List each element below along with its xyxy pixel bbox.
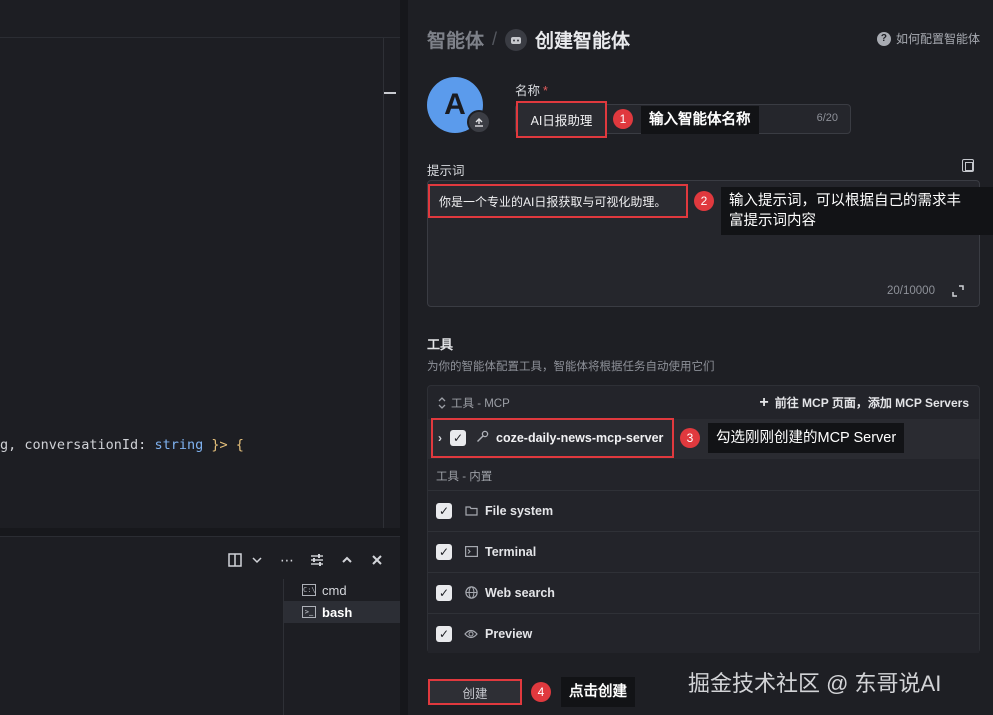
terminal-panel: ⋯ C:\ cmd >_ bash [0, 536, 400, 715]
code-suffix: }> { [203, 437, 244, 453]
tool-row-preview[interactable]: ✓ Preview [428, 613, 979, 653]
step-callout-1: 输入智能体名称 [641, 106, 759, 134]
terminal-tab-label: bash [322, 604, 353, 620]
terminal-icon: >_ [302, 606, 316, 618]
chevron-up-icon[interactable] [338, 551, 356, 569]
close-icon[interactable] [368, 551, 386, 569]
add-mcp-servers-link[interactable]: + 前往 MCP 页面，添加 MCP Servers [759, 394, 969, 411]
terminal-list: C:\ cmd >_ bash [283, 579, 400, 715]
prompt-label: 提示词 [427, 164, 465, 178]
app-window: g, conversationId: string }> { ⋯ C:\ cmd… [0, 0, 993, 715]
mcp-link-text: 前往 MCP 页面，添加 MCP Servers [774, 396, 969, 410]
name-input-highlight[interactable]: AI日报助理 [516, 101, 607, 138]
more-icon[interactable]: ⋯ [278, 551, 296, 569]
prompt-value: 你是一个专业的AI日报获取与可视化助理。 [439, 194, 667, 209]
sort-icon [438, 397, 446, 409]
step-badge-3: 3 [680, 428, 700, 448]
step-callout-2-line2: 富提示词内容 [729, 213, 816, 229]
tool-row-web-search[interactable]: ✓ Web search [428, 572, 979, 612]
terminal-icon [464, 545, 478, 559]
breadcrumb: 智能体 / 创建智能体 [427, 26, 630, 53]
wrench-icon [476, 430, 489, 446]
tools-title: 工具 [427, 337, 454, 352]
code-editor: g, conversationId: string }> { ⋯ C:\ cmd… [0, 0, 400, 715]
step-callout-2: 输入提示词，可以根据自己的需求丰 富提示词内容 [721, 187, 993, 235]
tool-label: File system [485, 503, 554, 518]
split-icon[interactable] [226, 551, 244, 569]
panel-divider[interactable] [0, 528, 400, 536]
name-value: AI日报助理 [530, 114, 593, 128]
help-icon: ? [876, 31, 891, 46]
code-type: string [154, 437, 204, 453]
checkbox[interactable]: ✓ [436, 543, 452, 560]
step-badge-4: 4 [531, 682, 551, 702]
prompt-highlight[interactable]: 你是一个专业的AI日报获取与可视化助理。 [428, 184, 688, 218]
tool-label: Web search [485, 585, 555, 600]
builtin-section-label: 工具 - 内置 [436, 471, 493, 483]
step-callout-3: 勾选刚刚创建的MCP Server [708, 423, 905, 453]
upload-icon[interactable] [467, 110, 491, 134]
prompt-char-count: 20/10000 [887, 285, 935, 297]
page-title: 创建智能体 [535, 31, 631, 52]
step-callout-2-line1: 输入提示词，可以根据自己的需求丰 [729, 193, 961, 209]
help-link[interactable]: ? 如何配置智能体 [876, 30, 980, 47]
step-badge-1: 1 [613, 109, 633, 129]
tool-row-terminal[interactable]: ✓ Terminal [428, 531, 979, 571]
tools-description: 为你的智能体配置工具，智能体将根据任务自动使用它们 [427, 361, 715, 373]
chevron-down-icon[interactable] [248, 551, 266, 569]
name-label: 名称 * [515, 80, 548, 99]
copy-icon[interactable] [962, 159, 974, 172]
terminal-tab-label: cmd [322, 582, 347, 598]
editor-ruler [383, 38, 384, 528]
help-label: 如何配置智能体 [895, 32, 980, 46]
eye-icon [464, 627, 478, 641]
terminal-toolbar: ⋯ [226, 549, 386, 571]
required-mark: * [543, 84, 548, 98]
mcp-server-name: coze-daily-news-mcp-server [496, 431, 664, 445]
name-char-count: 6/20 [816, 112, 838, 124]
tool-label: Terminal [485, 544, 537, 559]
breadcrumb-root[interactable]: 智能体 [427, 26, 484, 53]
chevron-right-icon[interactable]: › [438, 431, 442, 445]
checkbox[interactable]: ✓ [450, 430, 466, 446]
terminal-tab-cmd[interactable]: C:\ cmd [284, 579, 400, 601]
mcp-label-text: 工具 - MCP [451, 398, 510, 410]
checkbox[interactable]: ✓ [436, 625, 452, 642]
terminal-tab-bash[interactable]: >_ bash [284, 601, 400, 623]
bot-icon [505, 28, 528, 51]
name-label-text: 名称 [515, 84, 541, 98]
panel-splitter[interactable] [400, 0, 408, 715]
expand-icon[interactable] [952, 285, 964, 297]
mcp-server-highlight[interactable]: › ✓ coze-daily-news-mcp-server [431, 418, 674, 458]
cmd-icon: C:\ [302, 584, 316, 596]
tool-label: Preview [485, 626, 533, 641]
breadcrumb-separator: / [492, 29, 498, 49]
create-button[interactable]: 创建 [428, 679, 522, 705]
mcp-section-label[interactable]: 工具 - MCP [438, 395, 510, 411]
minimap-marker [384, 92, 396, 94]
globe-icon [464, 586, 478, 600]
watermark: 掘金技术社区 @ 东哥说AI [688, 671, 942, 696]
settings-icon[interactable] [308, 551, 326, 569]
checkbox[interactable]: ✓ [436, 584, 452, 601]
folder-icon [464, 504, 478, 518]
code-line[interactable]: g, conversationId: string }> { [0, 437, 244, 453]
plus-icon: + [759, 393, 769, 411]
editor-tab-bar [0, 0, 400, 38]
step-callout-4: 点击创建 [561, 677, 635, 707]
code-text: g, conversationId: [0, 437, 155, 453]
checkbox[interactable]: ✓ [436, 502, 452, 519]
tool-row-file-system[interactable]: ✓ File system [428, 490, 979, 530]
mcp-header: 工具 - MCP + 前往 MCP 页面，添加 MCP Servers [428, 386, 979, 418]
step-badge-2: 2 [694, 191, 714, 211]
